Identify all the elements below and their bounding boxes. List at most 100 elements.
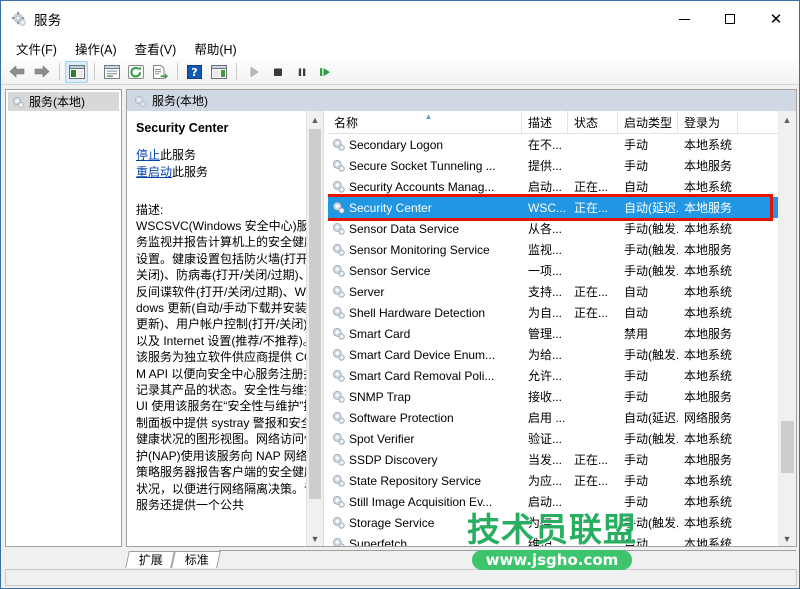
cell-description: 启动...	[522, 178, 568, 195]
table-row[interactable]: Sensor Data Service从各...手动(触发...本地系统	[328, 218, 796, 239]
service-gear-icon	[331, 242, 346, 257]
tab-extended[interactable]: 扩展	[125, 551, 175, 568]
table-row[interactable]: Sensor Monitoring Service监视...手动(触发...本地…	[328, 239, 796, 260]
list-header: ▲ 名称 描述 状态 启动类型 登录为	[328, 111, 796, 134]
close-button[interactable]: ✕	[753, 1, 799, 37]
cell-name: SSDP Discovery	[328, 452, 522, 467]
pause-service-button[interactable]	[290, 61, 313, 83]
column-header-logon-as[interactable]: 登录为	[678, 111, 738, 133]
table-row[interactable]: Storage Service为存...手动(触发...本地系统	[328, 512, 796, 533]
column-header-description[interactable]: 描述	[522, 111, 568, 133]
cell-name-label: Sensor Monitoring Service	[349, 243, 490, 257]
menu-action[interactable]: 操作(A)	[66, 37, 126, 60]
menu-file[interactable]: 文件(F)	[7, 37, 66, 60]
cell-name: Smart Card Removal Poli...	[328, 368, 522, 383]
table-row[interactable]: SSDP Discovery当发...正在...手动本地服务	[328, 449, 796, 470]
table-row[interactable]: Smart Card Removal Poli...允许...手动本地系统	[328, 365, 796, 386]
service-gear-icon	[331, 305, 346, 320]
results-pane-header-label: 服务(本地)	[152, 92, 208, 109]
column-header-startup-type[interactable]: 启动类型	[618, 111, 678, 133]
cell-status: 正在...	[568, 472, 618, 489]
service-gear-icon	[331, 179, 346, 194]
tab-standard[interactable]: 标准	[171, 551, 221, 568]
toolbar-separator-3	[177, 63, 178, 80]
status-bar	[5, 569, 797, 586]
table-row[interactable]: Superfetch维护...自动本地系统	[328, 533, 796, 547]
cell-description: 启动...	[522, 493, 568, 510]
menu-view[interactable]: 查看(V)	[126, 37, 186, 60]
stop-service-link[interactable]: 停止	[136, 148, 160, 162]
column-header-status[interactable]: 状态	[568, 111, 618, 133]
cell-startup-type: 手动(触发...	[618, 514, 678, 531]
scroll-up-icon[interactable]: ▲	[307, 111, 323, 128]
cell-name: State Repository Service	[328, 473, 522, 488]
table-row[interactable]: Secondary Logon在不...手动本地系统	[328, 134, 796, 155]
table-row[interactable]: State Repository Service为应...正在...手动本地系统	[328, 470, 796, 491]
cell-logon-as: 网络服务	[678, 409, 738, 426]
table-row[interactable]: Security CenterWSC...正在...自动(延迟...本地服务	[328, 197, 796, 218]
restart-service-link[interactable]: 重启动	[136, 165, 172, 179]
column-header-name[interactable]: ▲ 名称	[328, 111, 522, 133]
service-gear-icon	[331, 221, 346, 236]
service-gear-icon	[331, 368, 346, 383]
list-scrollbar-thumb[interactable]	[781, 421, 794, 473]
cell-description: 接收...	[522, 388, 568, 405]
help-button[interactable]: ?	[183, 61, 206, 83]
scroll-up-icon[interactable]: ▲	[779, 111, 795, 128]
cell-name: Sensor Data Service	[328, 221, 522, 236]
table-row[interactable]: Server支持...正在...自动本地系统	[328, 281, 796, 302]
cell-logon-as: 本地服务	[678, 157, 738, 174]
description-label: 描述:	[136, 201, 315, 218]
cell-name-label: Server	[349, 285, 384, 299]
table-row[interactable]: Smart Card Device Enum...为给...手动(触发...本地…	[328, 344, 796, 365]
menu-help[interactable]: 帮助(H)	[185, 37, 245, 60]
table-row[interactable]: SNMP Trap接收...手动本地服务	[328, 386, 796, 407]
minimize-button[interactable]	[661, 1, 707, 37]
scroll-down-icon[interactable]: ▼	[307, 530, 323, 547]
toolbar-separator-4	[236, 63, 237, 80]
refresh-button[interactable]	[124, 61, 147, 83]
console-tree-icon	[69, 65, 85, 79]
table-row[interactable]: Smart Card管理...禁用本地服务	[328, 323, 796, 344]
start-service-button[interactable]	[242, 61, 265, 83]
restart-service-button[interactable]	[314, 61, 337, 83]
cell-startup-type: 自动	[618, 178, 678, 195]
table-row[interactable]: Spot Verifier验证...手动(触发...本地系统	[328, 428, 796, 449]
service-gear-icon	[331, 263, 346, 278]
cell-description: 从各...	[522, 220, 568, 237]
sort-ascending-icon: ▲	[425, 112, 433, 121]
cell-name-label: State Repository Service	[349, 474, 481, 488]
table-row[interactable]: Shell Hardware Detection为自...正在...自动本地系统	[328, 302, 796, 323]
cell-name-label: Software Protection	[349, 411, 454, 425]
forward-button[interactable]	[30, 61, 53, 83]
table-row[interactable]: Secure Socket Tunneling ...提供...手动本地服务	[328, 155, 796, 176]
restart-icon	[318, 65, 333, 79]
table-row[interactable]: Still Image Acquisition Ev...启动...手动本地系统	[328, 491, 796, 512]
toolbar-separator	[59, 63, 60, 80]
stop-icon	[271, 65, 285, 79]
tree-node-services-local[interactable]: 服务(本地)	[8, 92, 119, 111]
service-gear-icon	[331, 326, 346, 341]
table-row[interactable]: Security Accounts Manag...启动...正在...自动本地…	[328, 176, 796, 197]
show-hide-console-tree-button[interactable]	[65, 61, 88, 83]
back-button[interactable]	[6, 61, 29, 83]
table-row[interactable]: Software Protection启用 ...自动(延迟...网络服务	[328, 407, 796, 428]
stop-service-button[interactable]	[266, 61, 289, 83]
cell-startup-type: 自动	[618, 283, 678, 300]
maximize-button[interactable]	[707, 1, 753, 37]
details-scrollbar-thumb[interactable]	[309, 129, 321, 499]
cell-logon-as: 本地系统	[678, 283, 738, 300]
export-list-button[interactable]	[148, 61, 171, 83]
cell-startup-type: 手动(触发...	[618, 430, 678, 447]
service-gear-icon	[331, 473, 346, 488]
svg-text:?: ?	[191, 66, 197, 79]
service-gear-icon	[331, 137, 346, 152]
properties-button[interactable]	[100, 61, 123, 83]
table-row[interactable]: Sensor Service一项...手动(触发...本地系统	[328, 260, 796, 281]
details-scrollbar[interactable]: ▲ ▼	[306, 111, 323, 547]
show-action-pane-button[interactable]	[207, 61, 230, 83]
close-icon: ✕	[770, 13, 783, 26]
list-scrollbar[interactable]: ▲ ▼	[778, 111, 796, 547]
scroll-down-icon[interactable]: ▼	[779, 530, 795, 547]
cell-name-label: Superfetch	[349, 537, 407, 548]
